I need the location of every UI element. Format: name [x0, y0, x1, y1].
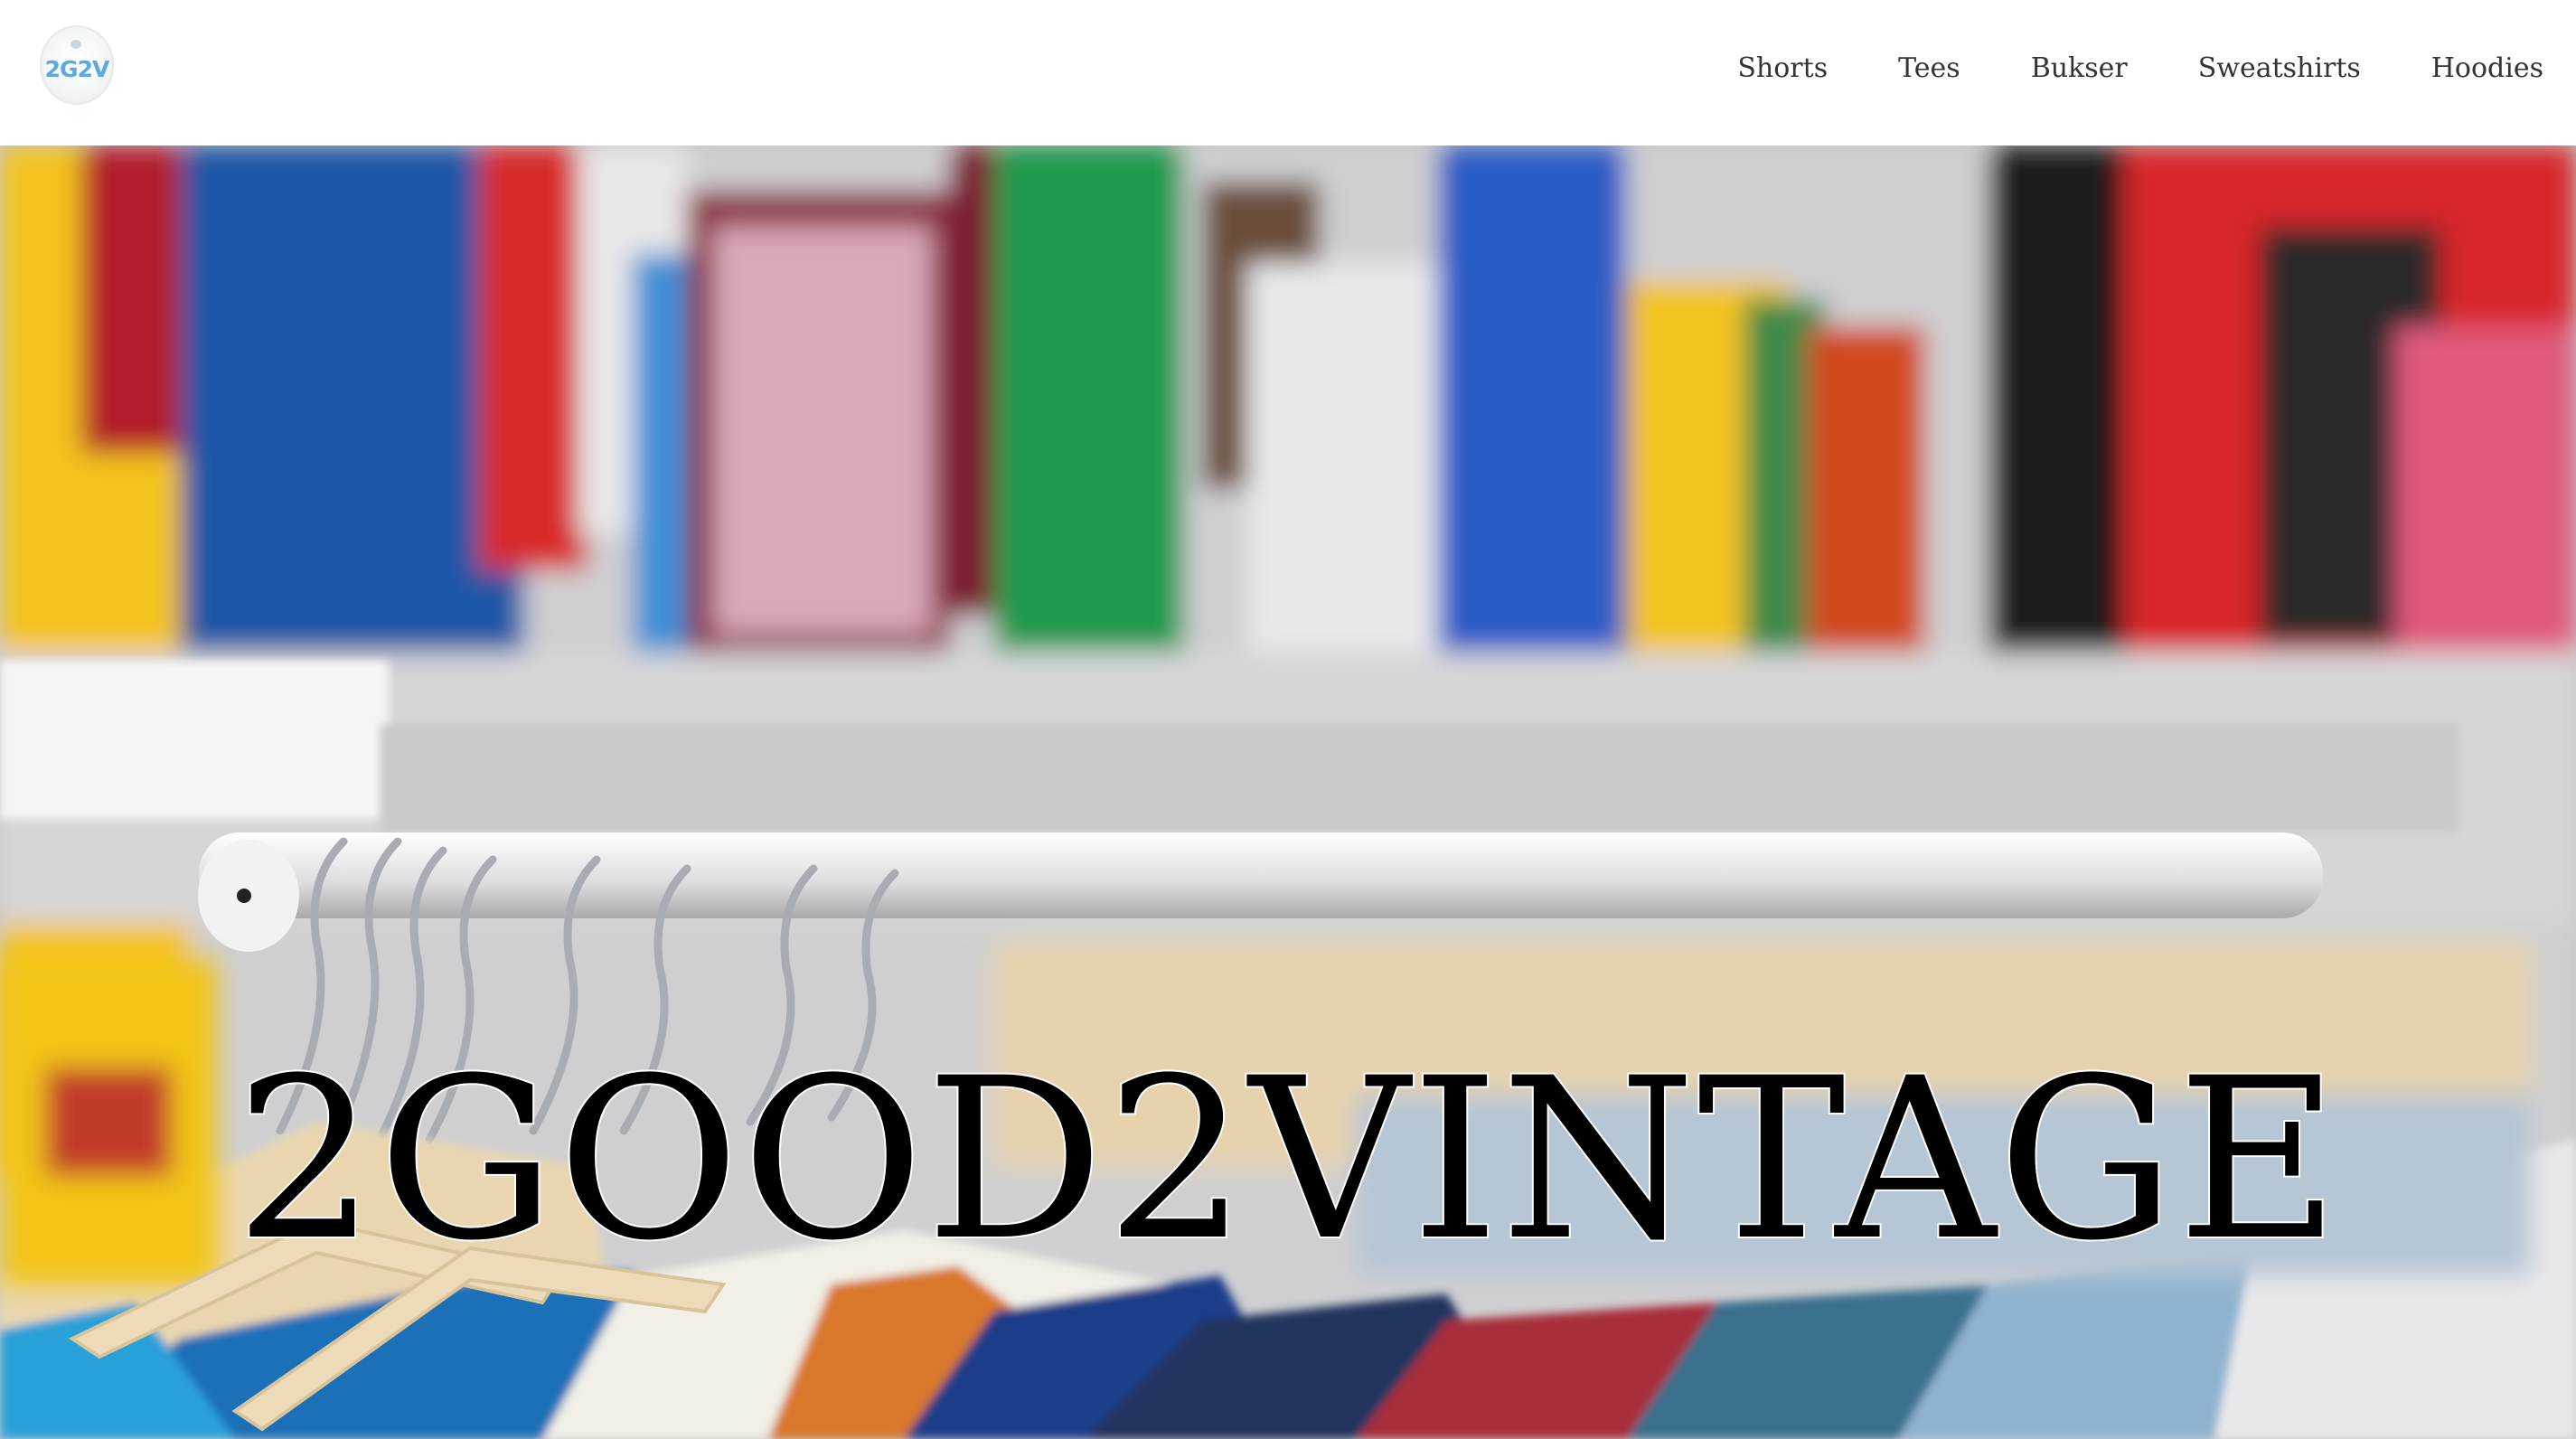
nav-item-sweatshirts[interactable]: Sweatshirts — [2198, 52, 2361, 84]
nav-item-shorts[interactable]: Shorts — [1737, 52, 1828, 84]
site-header: 2G2V Shorts Tees Bukser Sweatshirts Hood… — [0, 0, 2576, 146]
nav-item-tees[interactable]: Tees — [1898, 52, 1960, 84]
main-navigation: Shorts Tees Bukser Sweatshirts Hoodies — [1737, 52, 2543, 84]
nav-item-hoodies[interactable]: Hoodies — [2431, 52, 2543, 84]
hero-title: 2GOOD2VINTAGE — [233, 1031, 2342, 1290]
nav-item-bukser[interactable]: Bukser — [2031, 52, 2128, 84]
logo-decoration — [71, 40, 81, 49]
hero-banner: 2GOOD2VINTAGE — [0, 146, 2576, 1439]
2g2v-logo-icon[interactable]: 2G2V — [40, 25, 114, 105]
logo-text: 2G2V — [44, 55, 110, 82]
